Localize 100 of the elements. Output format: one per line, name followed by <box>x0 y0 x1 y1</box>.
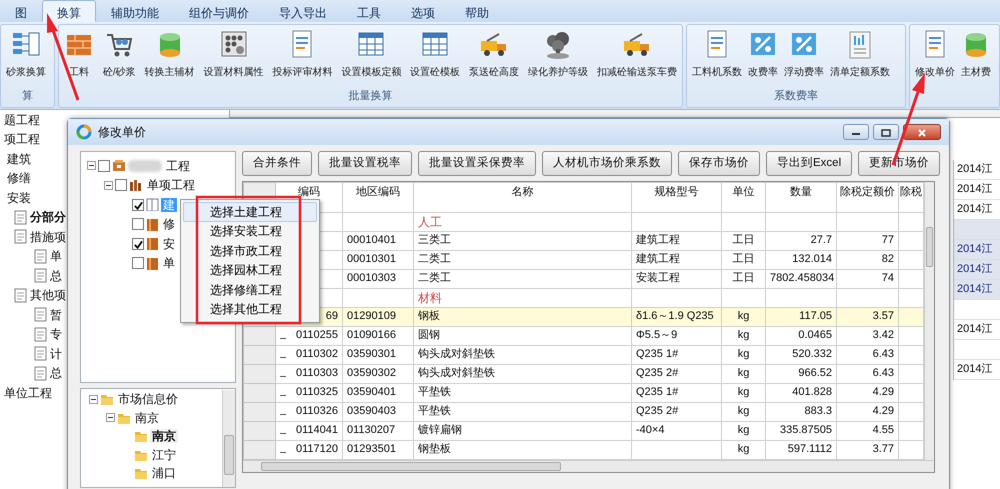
tree-item[interactable]: 江宁 <box>150 448 178 462</box>
ribbon-button[interactable]: 浮动费率 <box>784 29 824 90</box>
ribbon-button[interactable]: 投标评审材料 <box>272 29 332 90</box>
table-cell: 2014江 <box>954 240 1000 260</box>
toolbar-button[interactable]: 人材机市场价乘系数 <box>542 151 672 176</box>
close-icon <box>917 128 927 138</box>
menu-tab[interactable]: 工具 <box>342 0 396 22</box>
toolbar-button[interactable]: 导出到Excel <box>766 151 852 176</box>
table-cell: 圆钢 <box>414 326 632 346</box>
ribbon-button[interactable]: 砼/砂浆 <box>102 29 136 90</box>
tree-item[interactable]: 总 <box>50 366 62 380</box>
toolbar-button[interactable]: 批量设置采保费率 <box>418 151 536 176</box>
maximize-icon <box>881 128 891 137</box>
menu-tab[interactable]: 辅助功能 <box>96 0 174 22</box>
column-header: 名称 <box>414 182 632 212</box>
tree-item[interactable]: 计 <box>50 346 62 361</box>
menu-tab[interactable]: 选项 <box>396 0 450 22</box>
menu-tab[interactable]: 导入导出 <box>264 0 342 22</box>
table-cell: 03590401 <box>342 384 414 402</box>
checkbox[interactable] <box>98 160 110 172</box>
table-cell: 520.332 <box>766 346 836 364</box>
checkbox[interactable] <box>132 257 144 270</box>
tree-item[interactable]: 修缮 <box>7 171 31 186</box>
menu-item[interactable]: 选择其他工程 <box>183 300 317 320</box>
maximize-button[interactable] <box>873 124 899 140</box>
ribbon-button[interactable]: 转换主辅材 <box>144 29 195 90</box>
tree-item[interactable]: 单位工程 <box>4 386 52 400</box>
menu-item[interactable]: 选择园林工程 <box>183 260 317 280</box>
tree-item[interactable]: 建筑 <box>7 152 31 166</box>
collapse-toggle[interactable] <box>89 394 98 404</box>
tree-item[interactable]: 南京 <box>150 429 178 444</box>
ribbon-button[interactable]: 设置材料属性 <box>204 29 264 90</box>
ribbon-button[interactable]: 清单定额系数 <box>830 29 890 90</box>
column-header: 单位 <box>722 182 766 212</box>
tree-item[interactable]: 专 <box>50 327 62 342</box>
tree-item[interactable]: 单项工程 <box>145 178 197 192</box>
collapse-toggle[interactable] <box>106 413 115 422</box>
menu-item[interactable]: 选择修缮工程 <box>183 280 317 300</box>
close-button[interactable] <box>903 124 941 140</box>
table-cell: Q235 2# <box>632 402 722 422</box>
book-icon <box>146 256 159 270</box>
menu-item[interactable]: 选择安装工程 <box>183 222 317 242</box>
tree-item[interactable]: 工程 <box>164 158 192 173</box>
ribbon-button[interactable]: 主材费 <box>961 29 991 107</box>
checkbox[interactable] <box>132 238 144 250</box>
table-cell: 三类工 <box>414 232 632 250</box>
tree-item[interactable]: 措施项 <box>30 230 66 244</box>
scrollbar[interactable] <box>243 460 934 472</box>
ribbon-button[interactable]: 泵送砼高度 <box>469 29 520 90</box>
collapse-toggle[interactable] <box>104 180 113 190</box>
tree-item[interactable]: 单 <box>50 249 62 264</box>
toolbar-button[interactable]: 批量设置税率 <box>318 151 412 176</box>
tree-item[interactable]: 安 <box>161 236 177 251</box>
menu-tab[interactable]: 帮助 <box>450 0 504 22</box>
table-cell: 82 <box>836 250 898 270</box>
table-cell: 工日 <box>722 250 766 270</box>
menu-tab[interactable]: 图 <box>0 0 42 22</box>
ribbon-button[interactable]: 设置模板定额 <box>341 29 402 90</box>
collapse-toggle[interactable] <box>87 161 96 170</box>
ribbon-button[interactable]: 工料机系数 <box>692 29 742 90</box>
tree-item[interactable]: 市场信息价 <box>116 392 180 406</box>
tree-item[interactable]: 项工程 <box>4 132 40 146</box>
tree-item[interactable]: 暂 <box>50 308 62 322</box>
ribbon-button[interactable]: 设置砼模板 <box>410 29 460 90</box>
menu-item[interactable]: 选择市政工程 <box>183 241 317 261</box>
minimize-button[interactable] <box>843 124 869 140</box>
tree-item[interactable]: 南京 <box>133 410 161 425</box>
column-header: 除税定额价 <box>836 182 898 212</box>
table-cell: 2014江 <box>954 260 1000 280</box>
menu-tab[interactable]: 换算 <box>42 0 96 22</box>
ribbon-button[interactable]: 砂浆换算 <box>6 29 46 90</box>
table-cell: 0114041 <box>296 424 338 436</box>
ribbon-button[interactable]: 改费率 <box>748 29 778 90</box>
menu-tab[interactable]: 组价与调价 <box>174 0 264 22</box>
checkbox[interactable] <box>132 218 144 230</box>
tree-item[interactable]: 其他项 <box>30 288 66 302</box>
toolbar-button[interactable]: 保存市场价 <box>678 151 760 176</box>
tree-item[interactable]: 安装 <box>7 190 31 205</box>
checkbox[interactable] <box>115 179 127 192</box>
tree-item[interactable]: 题工程 <box>4 112 40 127</box>
table-cell: 01090166 <box>342 326 414 346</box>
scrollbar[interactable] <box>222 390 235 487</box>
table-cell: 132.014 <box>766 250 836 270</box>
table-cell: 2014江 <box>954 320 1000 340</box>
document-icon <box>34 307 47 322</box>
tree-item[interactable]: 分部分 <box>30 210 66 224</box>
tree-item[interactable]: 修 <box>161 217 177 232</box>
table-cell: 3.42 <box>836 326 898 346</box>
column-header: 数量 <box>766 182 836 212</box>
tree-item[interactable]: 总 <box>50 268 62 283</box>
tree-item[interactable]: 单 <box>161 256 177 270</box>
checkbox[interactable] <box>132 198 144 211</box>
table-cell: 00010301 <box>342 250 414 270</box>
toolbar-button[interactable]: 合并条件 <box>242 151 312 176</box>
scrollbar[interactable] <box>924 182 934 460</box>
tree-item[interactable]: 浦口 <box>150 466 178 480</box>
menu-item[interactable]: 选择土建工程 <box>183 202 317 222</box>
ribbon-button[interactable]: 绿化养护等级 <box>528 29 588 90</box>
ribbon-button[interactable]: 扣减砼输送泵车费 <box>596 29 677 90</box>
table-cell: δ1.6～1.9 Q235 <box>632 308 722 326</box>
